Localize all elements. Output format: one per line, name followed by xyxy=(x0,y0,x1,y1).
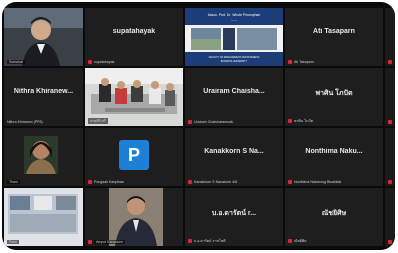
participant-tile[interactable] xyxy=(385,68,395,126)
participant-tile[interactable]: Kanakkorn S Na... Kanakkorn S Nanakorn 4… xyxy=(185,128,283,186)
participant-tile[interactable] xyxy=(385,8,395,66)
participant-tile[interactable]: Ati Tasaparn Ati Tasaparn xyxy=(285,8,383,66)
participant-label: บ.อ.ดารัตน์ ราชโชติ xyxy=(188,238,281,244)
participant-label: Ati Tasaparn xyxy=(288,60,381,64)
muted-mic-icon xyxy=(288,60,292,64)
svg-text:— —: — — xyxy=(231,19,237,22)
participant-tile-shared-slide[interactable]: Assoc. Prof. Dr. Wirote Piroonphan — — F… xyxy=(185,8,283,66)
participant-label: Nithra Khiranew (PP8) xyxy=(7,120,43,124)
participant-label: Kanakkorn S Nanakorn 4/8 xyxy=(188,180,281,184)
participant-label xyxy=(388,180,395,184)
participant-name: supatahayak xyxy=(112,28,156,35)
participant-tile[interactable] xyxy=(385,128,395,186)
muted-mic-icon xyxy=(188,120,192,124)
slide-subtitle-2: BURAPHA UNIVERSITY xyxy=(221,60,248,63)
participant-video xyxy=(4,188,83,246)
participant-tile[interactable] xyxy=(385,188,395,246)
muted-mic-icon xyxy=(288,119,292,123)
participant-tile-active-speaker[interactable]: สายศิริ ศรี xyxy=(85,68,183,126)
participant-label: สายศิริ ศรี xyxy=(88,118,108,124)
muted-mic-icon xyxy=(388,180,392,184)
participant-tile[interactable]: Nithra Khiranew... Nithra Khiranew (PP8) xyxy=(4,68,83,126)
shared-slide: Assoc. Prof. Dr. Wirote Piroonphan — — F… xyxy=(185,8,283,66)
participant-name: Nithra Khiranew... xyxy=(13,88,74,95)
participant-name: Nonthima Naku... xyxy=(305,148,363,155)
participant-name: พาศิน โภปัต xyxy=(315,90,353,97)
muted-mic-icon xyxy=(88,240,92,244)
slide-title: Assoc. Prof. Dr. Wirote Piroonphan xyxy=(208,13,261,17)
participant-tile[interactable]: Somchai xyxy=(4,8,83,66)
participant-tile[interactable]: Thavi xyxy=(4,128,83,186)
participant-name: บ.อ.ดารัตน์ r... xyxy=(211,210,257,217)
participant-tile[interactable]: บ.อ.ดารัตน์ r... บ.อ.ดารัตน์ ราชโชติ xyxy=(185,188,283,246)
participant-label: supatahayak xyxy=(88,60,181,64)
participant-tile[interactable]: supatahayak supatahayak xyxy=(85,8,183,66)
muted-mic-icon xyxy=(388,60,392,64)
participant-label xyxy=(388,240,395,244)
participant-label: Nonthima Nakanrug Bisakkak xyxy=(288,180,381,184)
participant-label: Pongsak Kanpikan xyxy=(88,180,181,184)
muted-mic-icon xyxy=(188,239,192,243)
participant-grid: Somchai supatahayak supatahayak Assoc. P… xyxy=(4,8,395,246)
participant-label: Urairam Chaisharamuak xyxy=(188,120,281,124)
muted-mic-icon xyxy=(88,60,92,64)
muted-mic-icon xyxy=(288,239,292,243)
participant-video xyxy=(4,128,83,186)
participant-tile[interactable]: Pawi xyxy=(4,188,83,246)
participant-name: Kanakkorn S Na... xyxy=(204,148,264,155)
participant-video xyxy=(85,188,183,246)
participant-label: Thavi xyxy=(7,180,20,184)
participant-name: ณัชยิศิษ xyxy=(321,210,347,217)
participant-avatar: P xyxy=(119,140,149,170)
participant-name: Urairam Chaisha... xyxy=(203,88,265,95)
participant-label xyxy=(388,120,395,124)
participant-tile[interactable]: Urairam Chaisha... Urairam Chaisharamuak xyxy=(185,68,283,126)
participant-tile[interactable]: P Pongsak Kanpikan xyxy=(85,128,183,186)
muted-mic-icon xyxy=(288,180,292,184)
participant-label xyxy=(388,60,395,64)
slide-subtitle-1: FACULTY OF MANAGEMENT AND BUSINESS xyxy=(209,56,260,59)
participant-label: พาศิน โภปัต xyxy=(288,118,381,124)
participant-label: Pawi xyxy=(7,240,19,244)
muted-mic-icon xyxy=(388,240,392,244)
participant-video xyxy=(4,8,83,66)
participant-label: Somchai xyxy=(7,60,25,64)
participant-name: Ati Tasaparn xyxy=(313,28,355,35)
participant-label: Ampol Kanadorn xyxy=(88,240,181,244)
muted-mic-icon xyxy=(388,120,392,124)
participant-tile[interactable]: Ampol Kanadorn xyxy=(85,188,183,246)
participant-tile[interactable]: พาศิน โภปัต พาศิน โภปัต xyxy=(285,68,383,126)
meeting-window: Somchai supatahayak supatahayak Assoc. P… xyxy=(2,2,395,250)
participant-tile[interactable]: Nonthima Naku... Nonthima Nakanrug Bisak… xyxy=(285,128,383,186)
muted-mic-icon xyxy=(188,180,192,184)
participant-label: ณัชยิศิษ xyxy=(288,238,381,244)
participant-tile[interactable]: ณัชยิศิษ ณัชยิศิษ xyxy=(285,188,383,246)
muted-mic-icon xyxy=(88,180,92,184)
